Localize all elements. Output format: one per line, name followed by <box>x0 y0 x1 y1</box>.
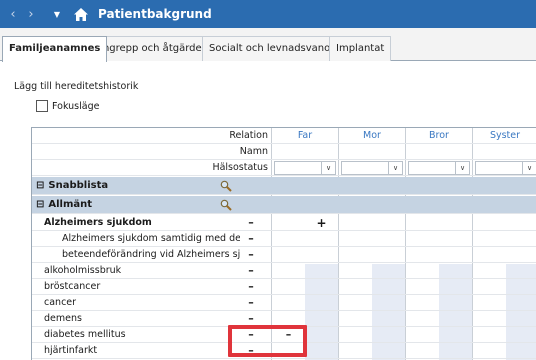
table-row[interactable]: Alzheimers sjukdom samtidig med de... – <box>32 231 536 247</box>
negative-marker[interactable]: – <box>240 247 262 262</box>
far-cell[interactable] <box>272 263 305 278</box>
section-snabblista[interactable]: ⊟ Snabblista <box>32 177 536 195</box>
highlight-box <box>228 325 307 357</box>
table-row[interactable]: bröstcancer – <box>32 279 536 295</box>
health-status-row: Hälsostatus ∨ ∨ ∨ ∨ <box>32 160 536 176</box>
health-status-bror-select[interactable]: ∨ <box>408 161 470 175</box>
relation-bror: Bror <box>429 130 449 141</box>
focus-mode[interactable]: Fokusläge <box>36 100 99 112</box>
table-row[interactable]: beteendeförändring vid Alzheimers sj... – <box>32 247 536 263</box>
search-icon[interactable] <box>220 196 236 213</box>
health-status-far-select[interactable]: ∨ <box>274 161 336 175</box>
back-icon[interactable]: ‹ <box>4 7 22 22</box>
negative-marker[interactable]: – <box>240 231 262 246</box>
table-row[interactable]: cancer – <box>32 295 536 311</box>
far-cell[interactable] <box>272 231 305 246</box>
chevron-down-icon[interactable]: ∨ <box>522 162 536 174</box>
negative-marker[interactable]: – <box>240 263 262 278</box>
far-cell[interactable]: + <box>305 215 338 230</box>
negative-marker[interactable]: – <box>240 295 262 310</box>
row-label: bröstcancer <box>44 281 101 292</box>
section-allmant[interactable]: ⊟ Allmänt <box>32 196 536 214</box>
search-icon[interactable] <box>220 177 236 194</box>
focus-mode-label: Fokusläge <box>52 100 100 112</box>
row-label: hjärtinfarkt <box>44 345 98 356</box>
relation-mor: Mor <box>363 130 381 141</box>
health-status-syster-select[interactable]: ∨ <box>475 161 536 175</box>
row-label: beteendeförändring vid Alzheimers sj... <box>62 249 240 260</box>
add-history-label: Lägg till hereditetshistorik <box>14 81 139 92</box>
forward-icon[interactable]: › <box>22 7 40 22</box>
negative-marker[interactable]: – <box>240 311 262 326</box>
negative-marker[interactable]: – <box>240 215 262 230</box>
table-row[interactable]: alkoholmissbruk – <box>32 263 536 279</box>
window-title: Patientbakgrund <box>98 7 212 21</box>
health-status-mor-select[interactable]: ∨ <box>341 161 403 175</box>
relation-row: Relation Far Mor Bror Syster <box>32 128 536 144</box>
negative-marker[interactable]: – <box>240 279 262 294</box>
row-label: diabetes mellitus <box>44 329 126 340</box>
row-label: demens <box>44 313 82 324</box>
home-icon[interactable] <box>70 3 92 25</box>
dropdown-icon[interactable]: ▼ <box>48 10 66 19</box>
row-label: Alzheimers sjukdom samtidig med de... <box>62 233 240 244</box>
far-cell[interactable] <box>272 311 305 326</box>
title-bar: ‹ › ▼ Patientbakgrund <box>0 0 536 28</box>
section-snabblista-label: ⊟ Snabblista <box>36 180 109 191</box>
tab-ingrepp[interactable]: Ingrepp och åtgärder <box>93 36 213 61</box>
relation-far: Far <box>297 130 313 141</box>
collapse-icon[interactable]: ⊟ <box>36 199 44 210</box>
far-cell[interactable] <box>272 295 305 310</box>
far-cell[interactable] <box>272 279 305 294</box>
chevron-down-icon[interactable]: ∨ <box>455 162 469 174</box>
health-status-header: Hälsostatus <box>212 162 268 173</box>
tab-familjeanamnes[interactable]: Familjeanamnes <box>2 36 108 62</box>
chevron-down-icon[interactable]: ∨ <box>388 162 402 174</box>
collapse-icon[interactable]: ⊟ <box>36 180 44 191</box>
far-cell[interactable] <box>272 247 305 262</box>
name-header: Namn <box>239 146 268 157</box>
focus-mode-checkbox[interactable] <box>36 100 48 112</box>
content-panel: Lägg till hereditetshistorik Fokusläge R… <box>0 61 536 360</box>
relation-syster: Syster <box>489 130 521 141</box>
table-row[interactable]: Alzheimers sjukdom – + <box>32 215 536 231</box>
row-label: cancer <box>44 297 77 308</box>
section-allmant-label: ⊟ Allmänt <box>36 199 93 210</box>
tab-implantat[interactable]: Implantat <box>329 36 392 61</box>
tab-socialt[interactable]: Socialt och levnadsvanor <box>202 36 342 61</box>
row-label: alkoholmissbruk <box>44 265 122 276</box>
relation-header: Relation <box>229 130 268 141</box>
chevron-down-icon[interactable]: ∨ <box>321 162 335 174</box>
row-label: Alzheimers sjukdom <box>44 217 152 228</box>
name-row: Namn <box>32 144 536 160</box>
tab-bar: Familjeanamnes Ingrepp och åtgärder Soci… <box>0 28 536 62</box>
